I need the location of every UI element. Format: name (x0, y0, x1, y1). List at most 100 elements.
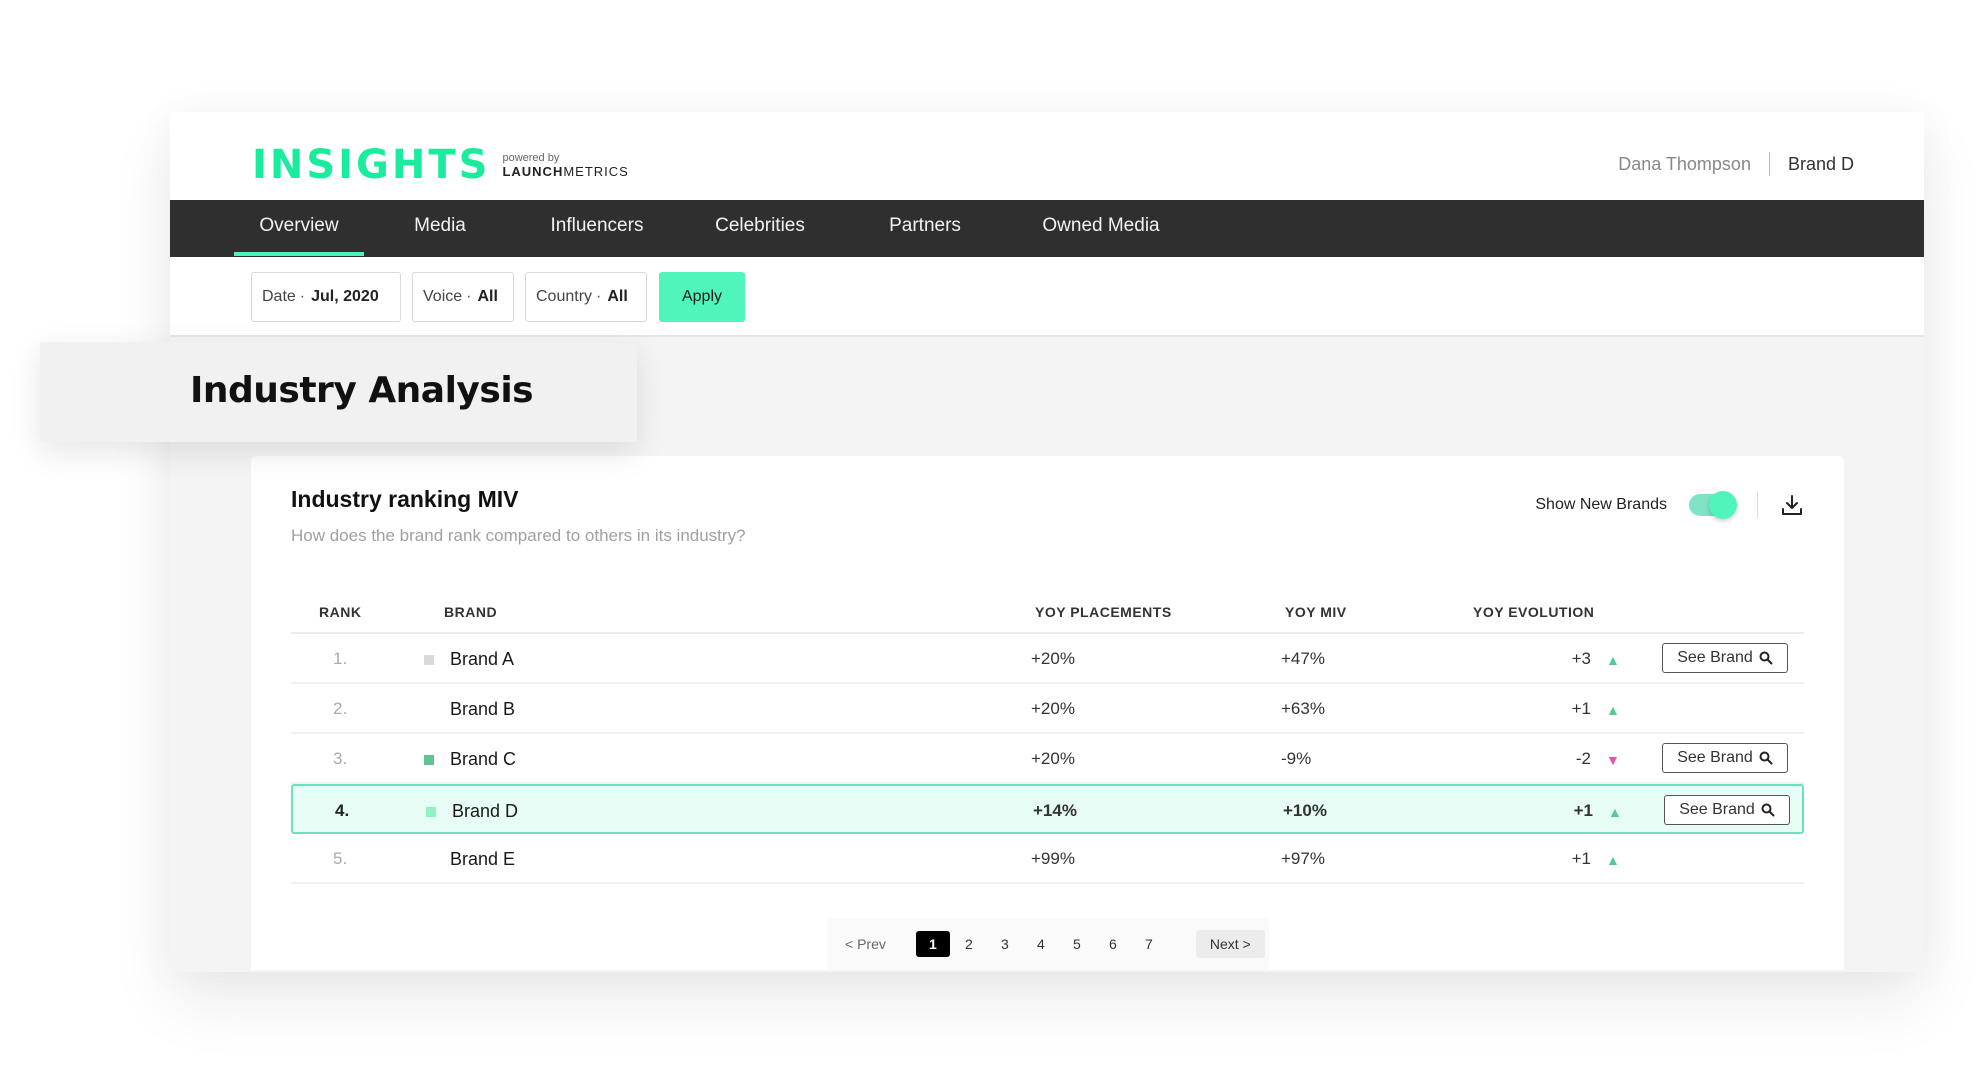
yoy-evolution-cell: -2 (1575, 749, 1591, 768)
logo-launchmetrics: LAUNCHMETRICS (502, 165, 628, 178)
yoy-placements-cell: +20% (1031, 649, 1075, 668)
brand-name-cell: Brand D (452, 801, 519, 821)
toggle-knob (1709, 491, 1737, 519)
yoy-evolution-cell: +3 (1571, 649, 1591, 668)
table-body: 1. Brand A +20% +47% +3 ▲ See Brand 2. Brand B +2… (291, 634, 1804, 884)
rank-cell: 2. (333, 699, 348, 718)
show-new-brands-toggle[interactable] (1689, 491, 1737, 519)
search-icon (1759, 751, 1773, 765)
logo-launch-bold: LAUNCH (502, 164, 564, 179)
table-row[interactable]: 1. Brand A +20% +47% +3 ▲ See Brand (291, 634, 1804, 684)
section-title: Industry Analysis (190, 370, 534, 411)
rank-cell: 1. (333, 649, 348, 668)
rank-cell: 4. (335, 801, 350, 820)
rank-cell: 5. (333, 849, 348, 868)
table-row[interactable]: 5. Brand E +99% +97% +1 ▲ (291, 834, 1804, 884)
trend-down-icon: ▼ (1606, 752, 1620, 768)
top-header: INSIGHTS powered by LAUNCHMETRICS Dana T… (170, 112, 1924, 200)
main-nav: Overview Media Influencers Celebrities P… (170, 200, 1924, 257)
see-brand-button[interactable]: See Brand (1662, 743, 1788, 773)
country-filter-value: All (607, 288, 628, 305)
brand-name-cell: Brand E (450, 849, 516, 869)
page-numbers: 1234567 (915, 931, 1168, 957)
yoy-miv-cell: +97% (1281, 849, 1325, 868)
nav-tab-owned-media[interactable]: Owned Media (1036, 200, 1166, 257)
next-page-button[interactable]: Next > (1195, 930, 1265, 958)
page-button[interactable]: 6 (1096, 931, 1130, 957)
filter-bar: Date · Jul, 2020 Voice · All Country · A… (170, 257, 1924, 337)
nav-tab-celebrities[interactable]: Celebrities (700, 200, 820, 257)
trend-up-icon: ▲ (1606, 852, 1620, 868)
see-brand-label: See Brand (1677, 749, 1753, 766)
col-yoy-evolution[interactable]: YOY EVOLUTION (1473, 604, 1594, 620)
nav-tab-media[interactable]: Media (390, 200, 490, 257)
card-title: Industry ranking MIV (291, 486, 519, 512)
section-title-card: Industry Analysis (40, 342, 637, 442)
user-name[interactable]: Dana Thompson (1618, 154, 1751, 175)
col-yoy-miv[interactable]: YOY MIV (1285, 604, 1347, 620)
col-brand[interactable]: BRAND (444, 604, 497, 620)
col-rank[interactable]: RANK (319, 604, 361, 620)
see-brand-button[interactable]: See Brand (1664, 795, 1790, 825)
show-new-brands-label: Show New Brands (1535, 496, 1667, 513)
card-subtitle: How does the brand rank compared to othe… (291, 526, 746, 545)
search-icon (1761, 803, 1775, 817)
industry-ranking-card: Industry ranking MIV How does the brand … (251, 456, 1844, 970)
logo-wordmark: INSIGHTS (252, 142, 491, 188)
table-row-current-brand[interactable]: 4. Brand D +14% +10% +1 ▲ See Brand (291, 784, 1804, 834)
yoy-placements-cell: +99% (1031, 849, 1075, 868)
insights-logo[interactable]: INSIGHTS powered by LAUNCHMETRICS (252, 142, 629, 188)
user-area: Dana Thompson Brand D (1618, 152, 1854, 176)
voice-filter-label: Voice (423, 288, 463, 305)
logo-powered-by: powered by LAUNCHMETRICS (502, 152, 628, 178)
page-button[interactable]: 1 (915, 931, 950, 957)
brand-color-swatch (424, 755, 434, 765)
filter-separator: · (466, 288, 472, 305)
rank-cell: 3. (333, 749, 348, 768)
card-actions: Show New Brands (1535, 491, 1804, 519)
trend-up-icon: ▲ (1606, 652, 1620, 668)
trend-up-icon: ▲ (1608, 804, 1622, 820)
voice-filter-value: All (477, 288, 498, 305)
yoy-miv-cell: +10% (1283, 801, 1327, 820)
ranking-table: RANK BRAND YOY PLACEMENTS YOY MIV YOY EV… (291, 588, 1804, 884)
table-row[interactable]: 2. Brand B +20% +63% +1 ▲ (291, 684, 1804, 734)
brand-name-cell: Brand C (450, 749, 517, 769)
country-filter[interactable]: Country · All (525, 272, 647, 322)
logo-launch-light: METRICS (563, 164, 629, 179)
yoy-placements-cell: +20% (1031, 749, 1075, 768)
table-header: RANK BRAND YOY PLACEMENTS YOY MIV YOY EV… (291, 588, 1804, 634)
page-button[interactable]: 5 (1060, 931, 1094, 957)
pagination: < Prev 1234567 Next > (827, 918, 1269, 970)
see-brand-button[interactable]: See Brand (1662, 643, 1788, 673)
brand-switcher[interactable]: Brand D (1788, 154, 1854, 175)
apply-button[interactable]: Apply (659, 272, 745, 322)
page-button[interactable]: 4 (1024, 931, 1058, 957)
date-filter[interactable]: Date · Jul, 2020 (251, 272, 401, 322)
page-button[interactable]: 2 (952, 931, 986, 957)
nav-tab-influencers[interactable]: Influencers (532, 200, 662, 257)
actions-divider (1757, 492, 1758, 518)
brand-color-swatch (424, 655, 434, 665)
prev-page-button[interactable]: < Prev (845, 936, 886, 952)
col-yoy-placements[interactable]: YOY PLACEMENTS (1035, 604, 1172, 620)
country-filter-label: Country (536, 288, 593, 305)
voice-filter[interactable]: Voice · All (412, 272, 514, 322)
yoy-miv-cell: +47% (1281, 649, 1325, 668)
download-icon[interactable] (1780, 493, 1804, 517)
yoy-placements-cell: +20% (1031, 699, 1075, 718)
brand-color-swatch (426, 807, 436, 817)
nav-tab-overview[interactable]: Overview (234, 200, 364, 257)
nav-tab-partners[interactable]: Partners (870, 200, 980, 257)
yoy-miv-cell: -9% (1281, 749, 1312, 768)
trend-up-icon: ▲ (1606, 702, 1620, 718)
yoy-evolution-cell: +1 (1571, 699, 1591, 718)
filter-separator: · (596, 288, 602, 305)
page-button[interactable]: 3 (988, 931, 1022, 957)
date-filter-value: Jul, 2020 (311, 288, 379, 305)
yoy-evolution-cell: +1 (1573, 801, 1593, 820)
table-row[interactable]: 3. Brand C +20% -9% -2 ▼ See Brand (291, 734, 1804, 784)
page-button[interactable]: 7 (1132, 931, 1166, 957)
date-filter-label: Date (262, 288, 296, 305)
brand-name-cell: Brand A (450, 649, 515, 669)
